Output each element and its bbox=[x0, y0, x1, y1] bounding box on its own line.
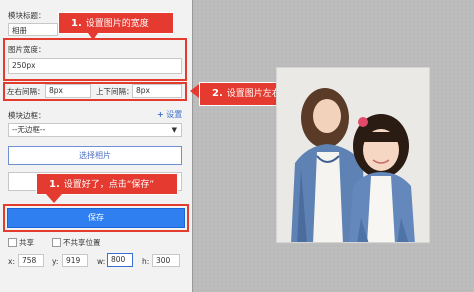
w-label: w: bbox=[97, 257, 106, 266]
y-label: y: bbox=[52, 257, 59, 266]
tb-spacing-input[interactable]: 8px bbox=[132, 84, 182, 98]
settings-link-label: 设置 bbox=[166, 110, 183, 119]
lr-spacing-label: 左右间隔： bbox=[7, 87, 45, 96]
caret-down-icon: ▼ bbox=[171, 126, 177, 134]
border-label: 模块边框： bbox=[8, 111, 46, 120]
album-photo bbox=[276, 67, 430, 243]
border-select-value: --无边框-- bbox=[12, 125, 46, 134]
plus-circle-icon: + bbox=[157, 110, 164, 119]
callout-save-arrow bbox=[46, 194, 62, 203]
border-select[interactable]: --无边框-- ▼ bbox=[8, 123, 182, 137]
image-width-label: 图片宽度： bbox=[8, 45, 46, 54]
module-title-label: 模块标题： bbox=[8, 11, 46, 20]
callout-save-text: 设置好了，点击“保存” bbox=[63, 180, 155, 190]
callout-width: 1. 设置图片的宽度 bbox=[58, 12, 174, 34]
callout-width-text: 设置图片的宽度 bbox=[85, 19, 149, 29]
x-input[interactable]: 758 bbox=[18, 254, 44, 267]
callout-width-arrow bbox=[88, 33, 98, 40]
callout-save-number: 1. bbox=[49, 179, 60, 190]
no-shared-position-label: 不共享位置 bbox=[63, 238, 101, 247]
callout-save: 1. 设置好了，点击“保存” bbox=[36, 173, 178, 195]
image-width-input[interactable]: 250px bbox=[8, 58, 182, 74]
x-label: x: bbox=[8, 257, 15, 266]
callout-spacing-number: 2. bbox=[212, 88, 223, 99]
callout-width-number: 1. bbox=[71, 18, 82, 29]
choose-photo-button[interactable]: 选择相片 bbox=[8, 146, 182, 165]
mother-daughter-photo bbox=[277, 68, 429, 242]
y-input[interactable]: 919 bbox=[62, 254, 88, 267]
no-shared-position-checkbox[interactable] bbox=[52, 238, 61, 247]
h-input[interactable]: 300 bbox=[152, 254, 180, 267]
callout-spacing-arrow bbox=[190, 84, 199, 98]
shared-label: 共享 bbox=[19, 238, 34, 247]
shared-checkbox[interactable] bbox=[8, 238, 17, 247]
h-label: h: bbox=[142, 257, 150, 266]
module-title-input[interactable]: 相册 bbox=[8, 23, 58, 36]
w-input[interactable]: 800 bbox=[107, 253, 133, 267]
settings-link[interactable]: + 设置 bbox=[157, 109, 182, 120]
tb-spacing-label: 上下间隔： bbox=[96, 87, 134, 96]
save-button[interactable]: 保存 bbox=[7, 208, 185, 228]
lr-spacing-input[interactable]: 8px bbox=[45, 84, 91, 98]
